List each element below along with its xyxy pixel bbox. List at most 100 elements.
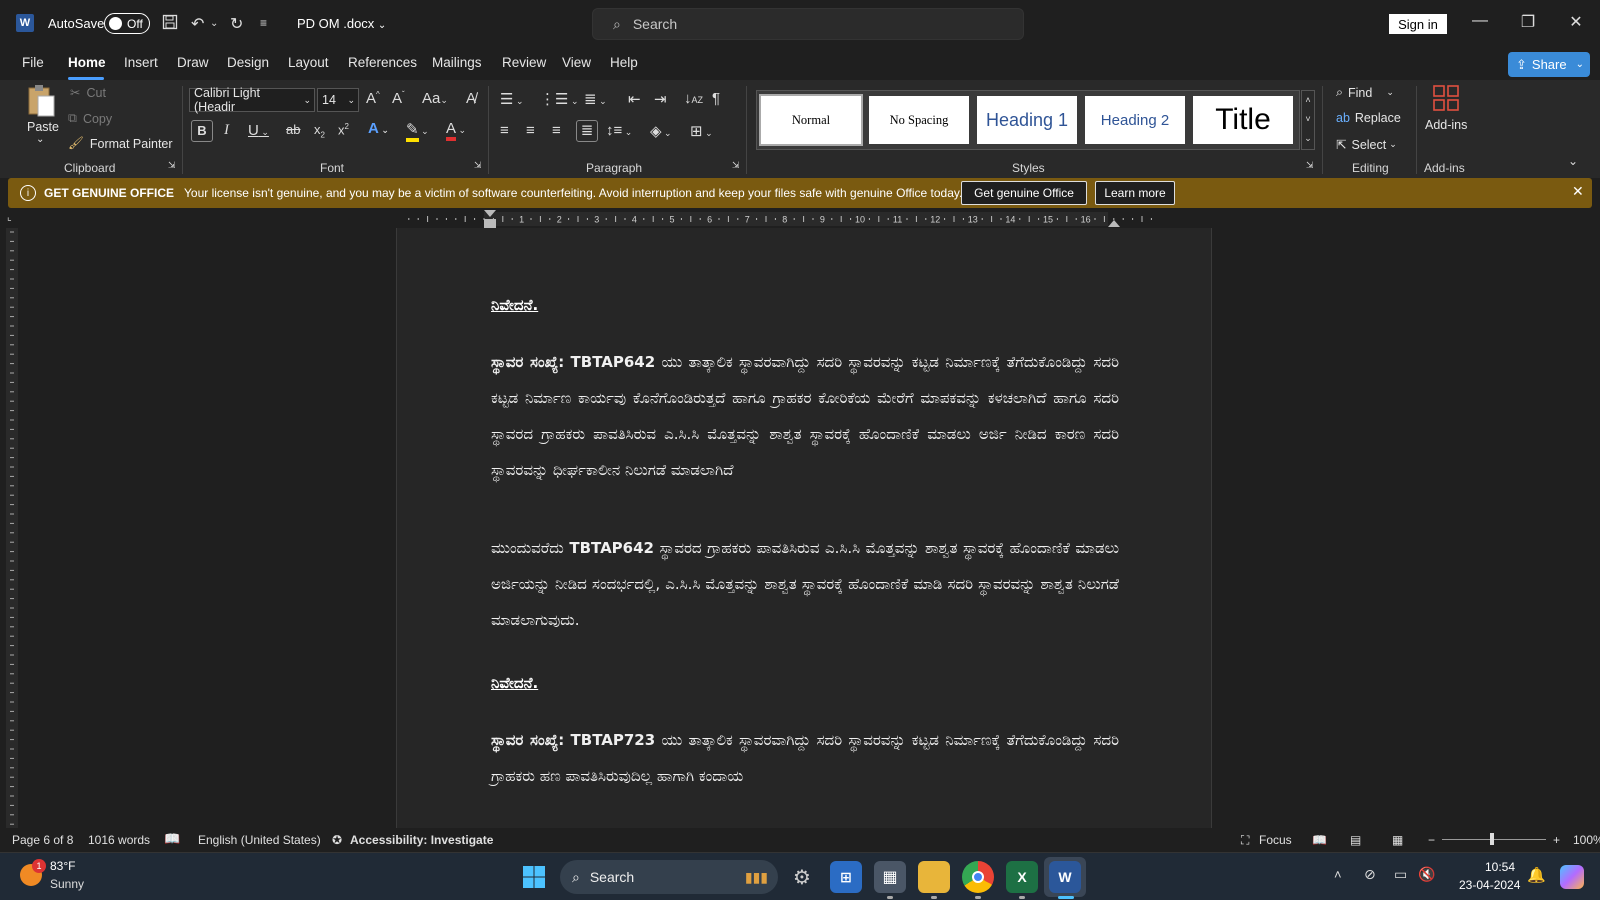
tab-draw[interactable]: Draw xyxy=(177,55,209,70)
zoom-slider-thumb[interactable] xyxy=(1490,833,1494,845)
tab-file[interactable]: File xyxy=(22,55,44,70)
web-layout-icon[interactable]: ▦ xyxy=(1392,833,1403,847)
heading-second[interactable]: ನಿವೇದನೆ. xyxy=(491,674,538,692)
page-count[interactable]: Page 6 of 8 xyxy=(12,833,73,847)
restore-icon[interactable]: ❐ xyxy=(1513,12,1543,32)
paragraph-launcher-icon[interactable]: ⇲ xyxy=(732,160,740,171)
search-box[interactable]: ⌕ xyxy=(592,8,1024,40)
tab-review[interactable]: Review xyxy=(502,55,546,70)
tab-mailings[interactable]: Mailings xyxy=(432,55,482,70)
right-indent-marker[interactable] xyxy=(1108,220,1120,227)
style-heading-2[interactable]: Heading 2 xyxy=(1085,96,1185,144)
get-genuine-office-button[interactable]: Get genuine Office xyxy=(961,181,1087,205)
zoom-level[interactable]: 100% xyxy=(1573,833,1600,847)
learn-more-button[interactable]: Learn more xyxy=(1095,181,1175,205)
align-left-icon[interactable]: ≡ xyxy=(500,122,509,139)
tab-selector-icon[interactable]: ⌞ xyxy=(7,212,12,223)
tab-view[interactable]: View xyxy=(562,55,591,70)
paste-icon[interactable] xyxy=(26,84,56,120)
align-center-icon[interactable]: ≡ xyxy=(526,122,535,139)
paste-dropdown-icon[interactable]: ⌄ xyxy=(36,134,44,145)
minimize-icon[interactable]: — xyxy=(1465,12,1495,30)
tab-design[interactable]: Design xyxy=(227,55,269,70)
first-line-indent-marker[interactable] xyxy=(484,210,496,217)
word-taskbar-icon[interactable]: W xyxy=(1049,861,1081,893)
highlight-icon[interactable]: ✎ ⌄ xyxy=(406,120,429,142)
collapse-ribbon-icon[interactable]: ⌄ xyxy=(1568,154,1578,168)
heading-first[interactable]: ನಿವೇದನೆ. xyxy=(491,296,538,314)
chrome-icon[interactable] xyxy=(962,861,994,893)
tab-home[interactable]: Home xyxy=(68,55,106,70)
accessibility-status[interactable]: Accessibility: Investigate xyxy=(350,833,493,847)
speaker-muted-icon[interactable]: 🔇 xyxy=(1418,866,1435,883)
line-spacing-icon[interactable]: ↕≡ ⌄ xyxy=(606,122,632,139)
network-off-icon[interactable]: ⊘ xyxy=(1364,866,1376,883)
justify-icon[interactable]: ≣ xyxy=(576,120,598,142)
redo-icon[interactable]: ↻ xyxy=(230,14,243,34)
font-launcher-icon[interactable]: ⇲ xyxy=(474,160,482,171)
show-formatting-icon[interactable]: ¶ xyxy=(712,90,720,107)
tab-insert[interactable]: Insert xyxy=(124,55,158,70)
underline-icon[interactable]: U ⌄ xyxy=(248,122,269,139)
save-icon[interactable] xyxy=(162,14,178,35)
windows-start-icon[interactable] xyxy=(518,861,550,893)
autosave-toggle[interactable]: Off xyxy=(104,13,150,34)
multilevel-list-icon[interactable]: ≣ ⌄ xyxy=(584,90,607,108)
customize-qat-icon[interactable]: ≡ xyxy=(260,16,267,30)
style-title[interactable]: Title xyxy=(1193,96,1293,144)
calculator-icon[interactable]: ▦ xyxy=(874,861,906,893)
sign-in-button[interactable]: Sign in xyxy=(1389,14,1447,34)
increase-indent-icon[interactable]: ⇥ xyxy=(654,90,667,108)
close-banner-icon[interactable]: ✕ xyxy=(1572,183,1584,200)
clipboard-launcher-icon[interactable]: ⇲ xyxy=(168,160,176,171)
italic-icon[interactable]: I xyxy=(224,122,229,139)
style-no-spacing[interactable]: No Spacing xyxy=(869,96,969,144)
numbering-icon[interactable]: ⋮☰ ⌄ xyxy=(540,90,579,108)
settings-icon[interactable]: ⚙ xyxy=(786,861,818,893)
excel-icon[interactable]: X xyxy=(1006,861,1038,893)
vertical-ruler[interactable] xyxy=(0,228,24,828)
styles-scroll-icon[interactable]: ˄ ˅ ⌄ xyxy=(1301,90,1315,150)
tab-help[interactable]: Help xyxy=(610,55,638,70)
add-ins-button[interactable]: Add-ins xyxy=(1425,118,1467,132)
text-effects-icon[interactable]: A ⌄ xyxy=(368,120,389,137)
change-case-icon[interactable]: Aa⌄ xyxy=(422,90,448,107)
bullets-icon[interactable]: ☰ ⌄ xyxy=(500,90,524,108)
print-layout-icon[interactable]: ▤ xyxy=(1350,833,1361,847)
subscript-icon[interactable]: x2 xyxy=(314,122,325,140)
document-name[interactable]: PD OM .docx ⌄ xyxy=(297,16,386,31)
style-heading-1[interactable]: Heading 1 xyxy=(977,96,1077,144)
paragraph-3[interactable]: ಸ್ಥಾವರ ಸಂಖ್ಯೆ: TBTAP723 ಯು ತಾತ್ಕಾಲಿಕ ಸ್ಥ… xyxy=(491,722,1119,794)
find-button[interactable]: ⌕ Find ⌄ xyxy=(1336,85,1394,100)
strikethrough-icon[interactable]: ab xyxy=(286,122,300,137)
cut-button[interactable]: ✂ Cut xyxy=(70,85,106,101)
read-mode-icon[interactable]: 📖 xyxy=(1312,833,1327,847)
document-canvas[interactable]: ನಿವೇದನೆ. ಸ್ಥಾವರ ಸಂಖ್ಯೆ: TBTAP642 ಯು ತಾತ್… xyxy=(24,228,1600,828)
shading-icon[interactable]: ◈ ⌄ xyxy=(650,122,672,140)
align-right-icon[interactable]: ≡ xyxy=(552,122,561,139)
clock-date[interactable]: 23-04-2024 xyxy=(1459,878,1520,892)
document-page[interactable]: ನಿವೇದನೆ. ಸ್ಥಾವರ ಸಂಖ್ಯೆ: TBTAP642 ಯು ತಾತ್… xyxy=(396,228,1212,828)
proofing-icon[interactable]: 📖 xyxy=(164,831,180,847)
share-button[interactable]: ⇪ Share ⌄ xyxy=(1508,52,1590,77)
horizontal-ruler[interactable]: ⌞ 1 2 3 4 5 6 7 8 9 10 11 12 13 14 15 16 xyxy=(0,210,1600,228)
font-color-icon[interactable]: A ⌄ xyxy=(446,120,466,141)
tab-references[interactable]: References xyxy=(348,55,417,70)
font-name-select[interactable]: Calibri Light (Headir ⌄ xyxy=(189,86,315,114)
replace-button[interactable]: ab Replace xyxy=(1336,111,1401,125)
search-input[interactable] xyxy=(632,16,993,32)
sort-icon[interactable]: ↓AZ xyxy=(684,90,703,107)
paragraph-1[interactable]: ಸ್ಥಾವರ ಸಂಖ್ಯೆ: TBTAP642 ಯು ತಾತ್ಕಾಲಿಕ ಸ್ಥ… xyxy=(491,344,1119,488)
undo-dropdown-icon[interactable]: ⌄ xyxy=(210,18,218,29)
display-icon[interactable]: ▭ xyxy=(1394,866,1407,883)
copilot-icon[interactable] xyxy=(1560,865,1584,889)
copy-button[interactable]: ⧉ Copy xyxy=(68,111,112,126)
clock-time[interactable]: 10:54 xyxy=(1485,860,1515,874)
zoom-in-icon[interactable]: + xyxy=(1553,833,1560,847)
styles-launcher-icon[interactable]: ⇲ xyxy=(1306,160,1314,171)
style-normal[interactable]: Normal xyxy=(759,94,863,146)
microsoft-store-icon[interactable]: ⊞ xyxy=(830,861,862,893)
borders-icon[interactable]: ⊞ ⌄ xyxy=(690,122,713,140)
language-status[interactable]: English (United States) xyxy=(198,833,321,847)
decrease-indent-icon[interactable]: ⇤ xyxy=(628,90,641,108)
